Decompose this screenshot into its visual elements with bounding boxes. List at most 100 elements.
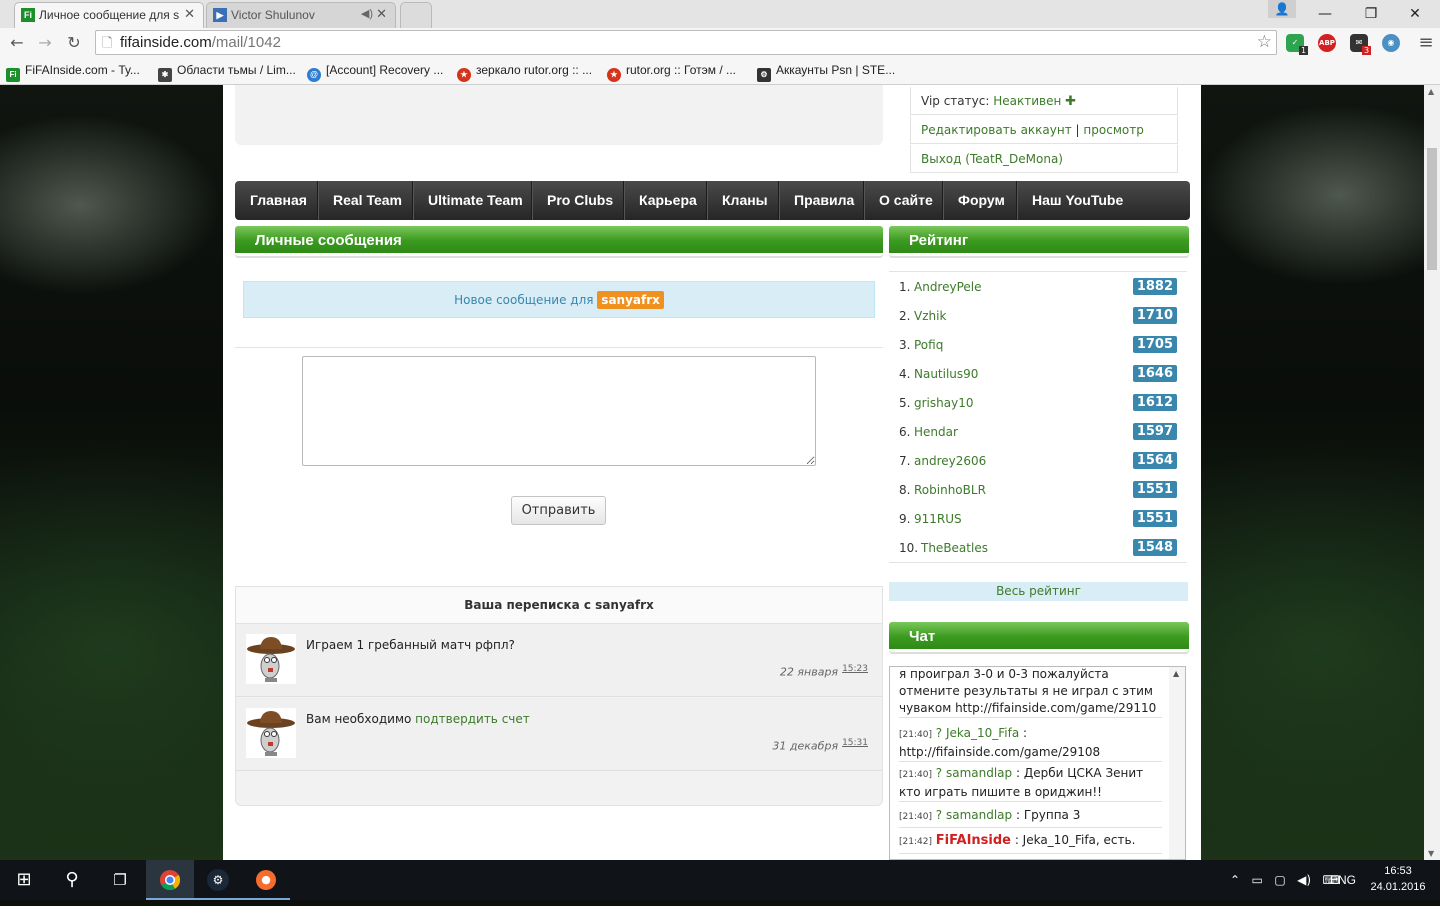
message-item: Вам необходимо подтвердить счет 31 декаб… [236, 698, 882, 771]
page-viewport: Vip статус: Неактивен ✚ Редактировать ак… [0, 85, 1424, 860]
search-icon[interactable]: ⚲ [48, 860, 96, 900]
all-rating-link[interactable]: Весь рейтинг [889, 582, 1188, 601]
nav-clans[interactable]: Кланы [707, 181, 779, 220]
chat-user[interactable]: ? samandlap [936, 808, 1012, 822]
minimize-button[interactable]: — [1302, 0, 1348, 28]
scroll-down-icon[interactable]: ▼ [1428, 849, 1434, 858]
scrollbar-thumb[interactable] [1427, 148, 1437, 270]
maximize-button[interactable]: ❐ [1348, 0, 1394, 28]
message-time[interactable]: 15:23 [842, 664, 868, 674]
vip-status-value[interactable]: Неактивен [993, 94, 1061, 108]
tab-victor[interactable]: ▶ Victor Shulunov ◀) ✕ [206, 2, 396, 28]
bookmark-item[interactable]: ★ зеркало rutor.org :: ... [457, 63, 592, 82]
rating-player-link[interactable]: TheBeatles [921, 541, 988, 555]
rating-player-link[interactable]: Vzhik [914, 309, 946, 323]
profile-icon[interactable]: 👤 [1268, 0, 1296, 18]
avatar[interactable] [246, 708, 296, 758]
language-indicator[interactable]: ENG [1330, 860, 1356, 900]
rating-row: 10. TheBeatles 1548 [889, 533, 1187, 563]
page-icon: 🗋 [102, 36, 113, 51]
address-bar[interactable]: 🗋 fifainside.com/mail/1042 ☆ [95, 30, 1277, 55]
top-banner-box [235, 85, 883, 145]
conversation-title: Ваша переписка с sanyafrx [236, 587, 882, 624]
nav-rules[interactable]: Правила [779, 181, 864, 220]
close-icon[interactable]: ✕ [184, 6, 195, 22]
rating-player-link[interactable]: AndreyPele [914, 280, 982, 294]
menu-icon[interactable]: ≡ [1412, 28, 1440, 58]
bookmark-star-icon[interactable]: ☆ [1257, 32, 1272, 52]
nav-forum[interactable]: Форум [943, 181, 1017, 220]
rating-score-badge: 1551 [1132, 510, 1177, 527]
nav-about[interactable]: О сайте [864, 181, 943, 220]
nav-home[interactable]: Главная [235, 181, 318, 220]
chat-message: я проиграл 3-0 и 0-3 пожалуйста отмените… [899, 666, 1162, 718]
rating-row: 8. RobinhoBLR 1551 [889, 475, 1187, 505]
chat-scrollbar[interactable]: ▲ [1169, 667, 1185, 859]
avatar[interactable] [246, 634, 296, 684]
message-textarea[interactable] [302, 356, 816, 466]
rating-row: 2. Vzhik 1710 [889, 301, 1187, 331]
notification-icon[interactable]: ▢ [1274, 873, 1285, 887]
rating-rank: 3. [899, 338, 911, 352]
chat-user[interactable]: ? samandlap [936, 766, 1012, 780]
nav-career[interactable]: Карьера [624, 181, 707, 220]
reload-icon[interactable]: ↻ [60, 28, 88, 58]
back-icon[interactable]: ← [3, 28, 31, 58]
bookmark-item[interactable]: @ [Account] Recovery ... [307, 63, 443, 82]
rating-player-link[interactable]: andrey2606 [914, 454, 986, 468]
logout-row: Выход (TeatR_DeMona) [910, 145, 1178, 173]
chat-user[interactable]: ? Jeka_10_Fifa [936, 726, 1019, 740]
chevron-up-icon[interactable]: ⌃ [1230, 873, 1240, 887]
nav-ultimate-team[interactable]: Ultimate Team [413, 181, 532, 220]
nav-youtube[interactable]: Наш YouTube [1017, 181, 1127, 220]
nav-pro-clubs[interactable]: Pro Clubs [532, 181, 624, 220]
chat-admin-user[interactable]: FiFAInside [936, 833, 1011, 848]
network-icon[interactable]: ▭ [1252, 873, 1263, 887]
chrome-taskbar-icon[interactable] [146, 860, 194, 900]
rating-rank: 9. [899, 512, 911, 526]
volume-icon[interactable]: ◀) [1297, 873, 1311, 887]
message-time[interactable]: 15:31 [842, 738, 868, 748]
adblock-icon[interactable]: ABP [1318, 34, 1336, 52]
origin-taskbar-icon[interactable]: ● [242, 860, 290, 900]
chat-message: [21:40] ? samandlap : Дерби ЦСКА Зенит к… [899, 765, 1162, 802]
new-tab-button[interactable] [400, 2, 432, 28]
clock[interactable]: 16:53 24.01.2016 [1366, 863, 1430, 895]
send-button[interactable]: Отправить [511, 496, 606, 525]
main-nav: Главная Real Team Ultimate Team Pro Club… [235, 181, 1190, 220]
rating-player-link[interactable]: Pofiq [914, 338, 943, 352]
bookmark-item[interactable]: ✱ Области тьмы / Lim... [158, 63, 296, 82]
windows-start-icon[interactable]: ⊞ [0, 860, 48, 900]
bookmark-item[interactable]: Fi FiFAInside.com - Ту... [6, 63, 140, 82]
view-account-link[interactable]: просмотр [1083, 123, 1143, 137]
tab-active[interactable]: Fi Личное сообщение для s ✕ [14, 2, 204, 28]
bookmark-item[interactable]: ★ rutor.org :: Готэм / ... [607, 63, 736, 82]
rating-player-link[interactable]: Nautilus90 [914, 367, 978, 381]
rating-player-link[interactable]: grishay10 [914, 396, 973, 410]
steam-taskbar-icon[interactable]: ⚙ [194, 860, 242, 900]
scroll-up-icon[interactable]: ▲ [1428, 87, 1434, 96]
cowboy-avatar-icon [247, 711, 295, 756]
logout-link[interactable]: Выход (TeatR_DeMona) [921, 152, 1063, 166]
task-view-icon[interactable]: ❐ [96, 860, 144, 900]
close-icon[interactable]: ✕ [376, 6, 387, 22]
recovery-icon: @ [307, 68, 321, 82]
plus-icon[interactable]: ✚ [1065, 94, 1076, 109]
speaker-icon[interactable]: ◀) [361, 7, 373, 20]
bookmark-item[interactable]: ⚙ Аккаунты Psn | STE... [757, 63, 895, 82]
rating-player-link[interactable]: RobinhoBLR [914, 483, 986, 497]
account-edit-row: Редактировать аккаунт | просмотр [910, 116, 1178, 144]
rating-row: 7. andrey2606 1564 [889, 446, 1187, 476]
chat-message: [21:42] FiFAInside : Jeka_10_Fifa, есть. [899, 831, 1162, 854]
scroll-up-icon[interactable]: ▲ [1173, 669, 1179, 678]
extension-icon[interactable]: ◉ [1382, 34, 1400, 52]
window-close-button[interactable]: ✕ [1392, 0, 1438, 28]
nav-real-team[interactable]: Real Team [318, 181, 413, 220]
edit-account-link[interactable]: Редактировать аккаунт [921, 123, 1072, 137]
rating-player-link[interactable]: Hendar [914, 425, 958, 439]
rating-player-link[interactable]: 911RUS [914, 512, 962, 526]
rating-rank: 2. [899, 309, 911, 323]
confirm-score-link[interactable]: подтвердить счет [415, 712, 530, 726]
forward-icon[interactable]: → [31, 28, 59, 58]
chat-message: [21:40] ? Jeka_10_Fifa : http://fifainsi… [899, 723, 1162, 762]
